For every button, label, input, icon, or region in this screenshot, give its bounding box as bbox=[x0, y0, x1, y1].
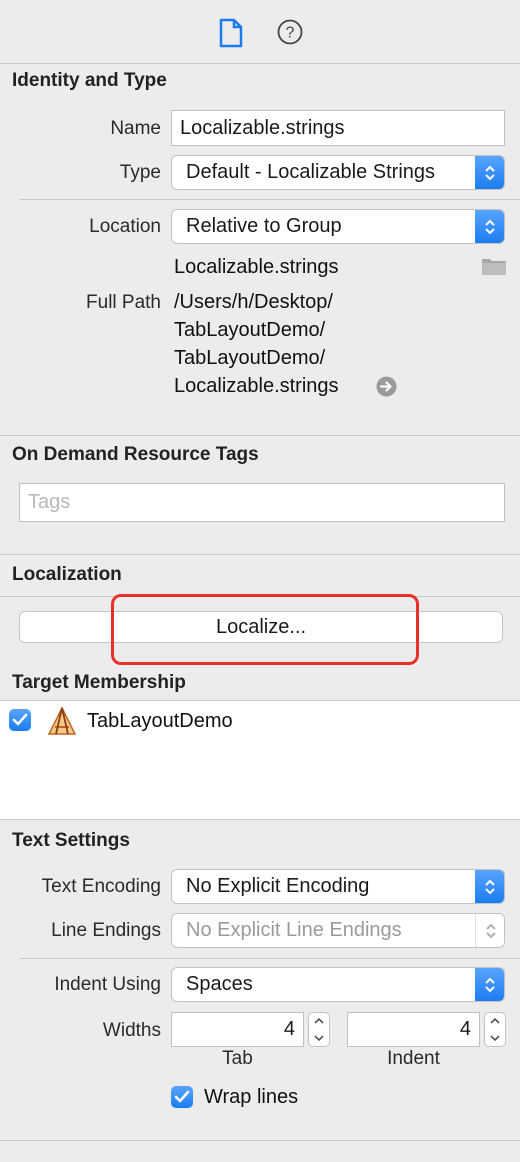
target-section-title: Target Membership bbox=[12, 672, 186, 693]
popup-chevrons-icon bbox=[475, 968, 504, 1001]
divider bbox=[20, 199, 520, 200]
name-label: Name bbox=[110, 118, 161, 139]
target-list: TabLayoutDemo bbox=[0, 700, 520, 820]
location-popup[interactable]: Relative to Group bbox=[171, 209, 505, 244]
location-file-name: Localizable.strings bbox=[174, 256, 339, 278]
target-checkbox[interactable] bbox=[9, 709, 31, 731]
type-popup-value: Default - Localizable Strings bbox=[186, 161, 436, 183]
folder-icon[interactable] bbox=[481, 256, 507, 281]
indent-width-stepper[interactable] bbox=[484, 1012, 506, 1047]
indent-caption: Indent bbox=[387, 1048, 440, 1069]
widths-label: Widths bbox=[102, 1020, 161, 1041]
indent-using-popup[interactable]: Spaces bbox=[171, 967, 505, 1002]
indent-using-value: Spaces bbox=[186, 973, 253, 995]
full-path-line: TabLayoutDemo/ bbox=[174, 347, 326, 369]
location-popup-value: Relative to Group bbox=[186, 215, 342, 237]
popup-chevrons-icon bbox=[475, 156, 504, 189]
full-path-line: TabLayoutDemo/ bbox=[174, 319, 326, 341]
divider bbox=[20, 958, 520, 959]
type-popup[interactable]: Default - Localizable Strings bbox=[171, 155, 505, 190]
popup-chevrons-icon bbox=[475, 870, 504, 903]
chevron-up-icon bbox=[314, 1018, 324, 1024]
file-inspector-icon[interactable] bbox=[218, 18, 244, 53]
popup-chevrons-icon bbox=[475, 914, 504, 947]
full-path-label: Full Path bbox=[86, 292, 161, 313]
wrap-lines-checkbox[interactable] bbox=[171, 1086, 193, 1108]
indent-width-field[interactable]: 4 bbox=[347, 1012, 480, 1047]
text-settings-section-title: Text Settings bbox=[12, 830, 130, 851]
indent-using-label: Indent Using bbox=[54, 974, 161, 995]
text-encoding-popup[interactable]: No Explicit Encoding bbox=[171, 869, 505, 904]
reveal-arrow-icon[interactable] bbox=[376, 376, 397, 402]
target-label: TabLayoutDemo bbox=[87, 710, 233, 732]
help-icon[interactable]: ? bbox=[277, 19, 303, 50]
tab-caption: Tab bbox=[222, 1048, 253, 1069]
popup-chevrons-icon bbox=[475, 210, 504, 243]
chevron-down-icon bbox=[490, 1035, 500, 1041]
section-divider bbox=[0, 435, 520, 436]
wrap-lines-label: Wrap lines bbox=[204, 1086, 299, 1108]
line-endings-value: No Explicit Line Endings bbox=[186, 919, 402, 941]
line-endings-popup[interactable]: No Explicit Line Endings bbox=[171, 913, 505, 948]
type-label: Type bbox=[119, 162, 161, 183]
line-endings-label: Line Endings bbox=[51, 920, 161, 941]
section-divider bbox=[0, 1140, 520, 1141]
highlight-annotation bbox=[111, 594, 419, 665]
localization-section-title: Localization bbox=[12, 564, 122, 585]
odr-section-title: On Demand Resource Tags bbox=[12, 444, 259, 465]
tab-width-field[interactable]: 4 bbox=[171, 1012, 304, 1047]
name-field[interactable]: Localizable.strings bbox=[171, 110, 505, 146]
text-encoding-value: No Explicit Encoding bbox=[186, 875, 370, 897]
list-item bbox=[9, 709, 31, 731]
text-encoding-label: Text Encoding bbox=[41, 876, 161, 897]
svg-text:?: ? bbox=[286, 25, 295, 42]
tags-input[interactable]: Tags bbox=[19, 483, 505, 522]
chevron-down-icon bbox=[314, 1035, 324, 1041]
full-path-line: /Users/h/Desktop/ bbox=[174, 291, 333, 313]
section-divider bbox=[0, 554, 520, 555]
full-path-line: Localizable.strings bbox=[174, 375, 339, 397]
app-target-icon bbox=[46, 705, 78, 742]
location-label: Location bbox=[89, 216, 161, 237]
chevron-up-icon bbox=[490, 1018, 500, 1024]
tab-width-stepper[interactable] bbox=[308, 1012, 330, 1047]
identity-section-title: Identity and Type bbox=[12, 70, 167, 91]
inspector-toolbar: ? bbox=[0, 0, 520, 64]
